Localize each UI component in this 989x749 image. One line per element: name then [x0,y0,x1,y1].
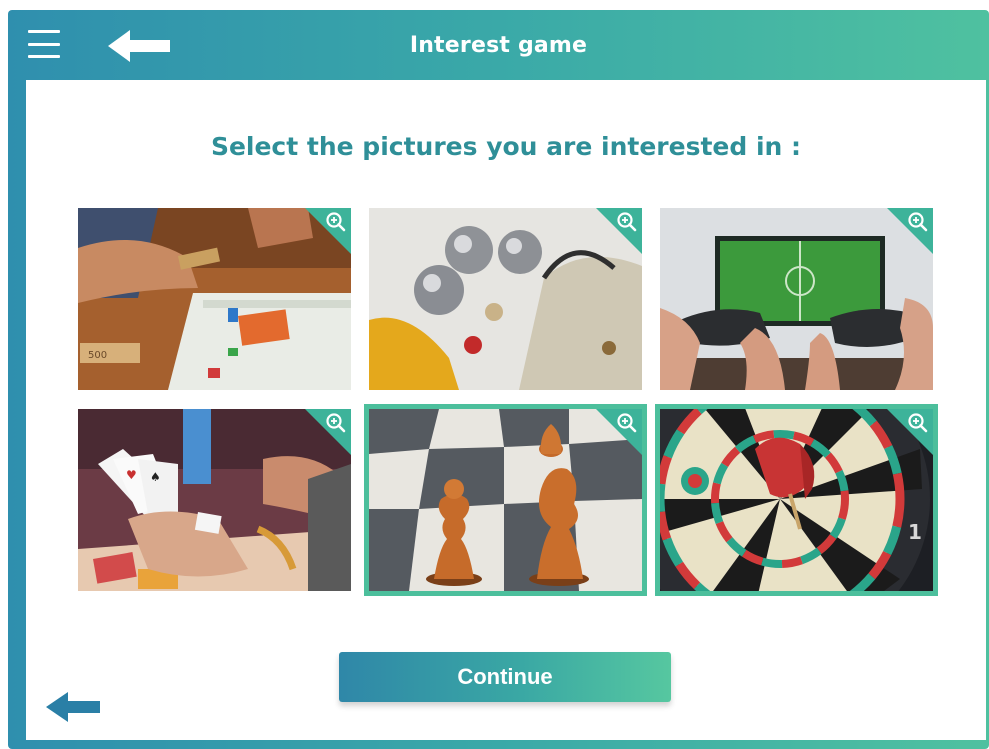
hamburger-menu-icon[interactable] [28,30,60,58]
svg-text:♥: ♥ [126,468,137,482]
tile-petanque[interactable] [369,208,642,390]
tile-video-game[interactable] [660,208,933,390]
svg-text:500: 500 [88,350,107,361]
zoom-in-icon[interactable] [907,412,929,434]
tile-playing-cards[interactable]: ♥ ♠ [78,409,351,591]
content-panel: Select the pictures you are interested i… [26,80,986,740]
zoom-in-icon[interactable] [616,412,638,434]
svg-text:♠: ♠ [150,470,161,484]
continue-button[interactable]: Continue [339,652,671,702]
page-title: Interest game [409,32,588,58]
tile-chess[interactable] [364,404,647,596]
zoom-in-icon[interactable] [616,211,638,233]
arrow-left-icon[interactable] [46,692,100,722]
zoom-in-icon[interactable] [325,211,347,233]
header-bar: Interest game [8,10,989,80]
tile-board-game[interactable]: 500 [78,208,351,390]
tile-darts[interactable]: 1 [655,404,938,596]
svg-text:1: 1 [908,520,922,544]
instruction-text: Select the pictures you are interested i… [210,132,802,161]
arrow-left-icon[interactable] [108,30,170,62]
zoom-in-icon[interactable] [325,412,347,434]
zoom-in-icon[interactable] [907,211,929,233]
